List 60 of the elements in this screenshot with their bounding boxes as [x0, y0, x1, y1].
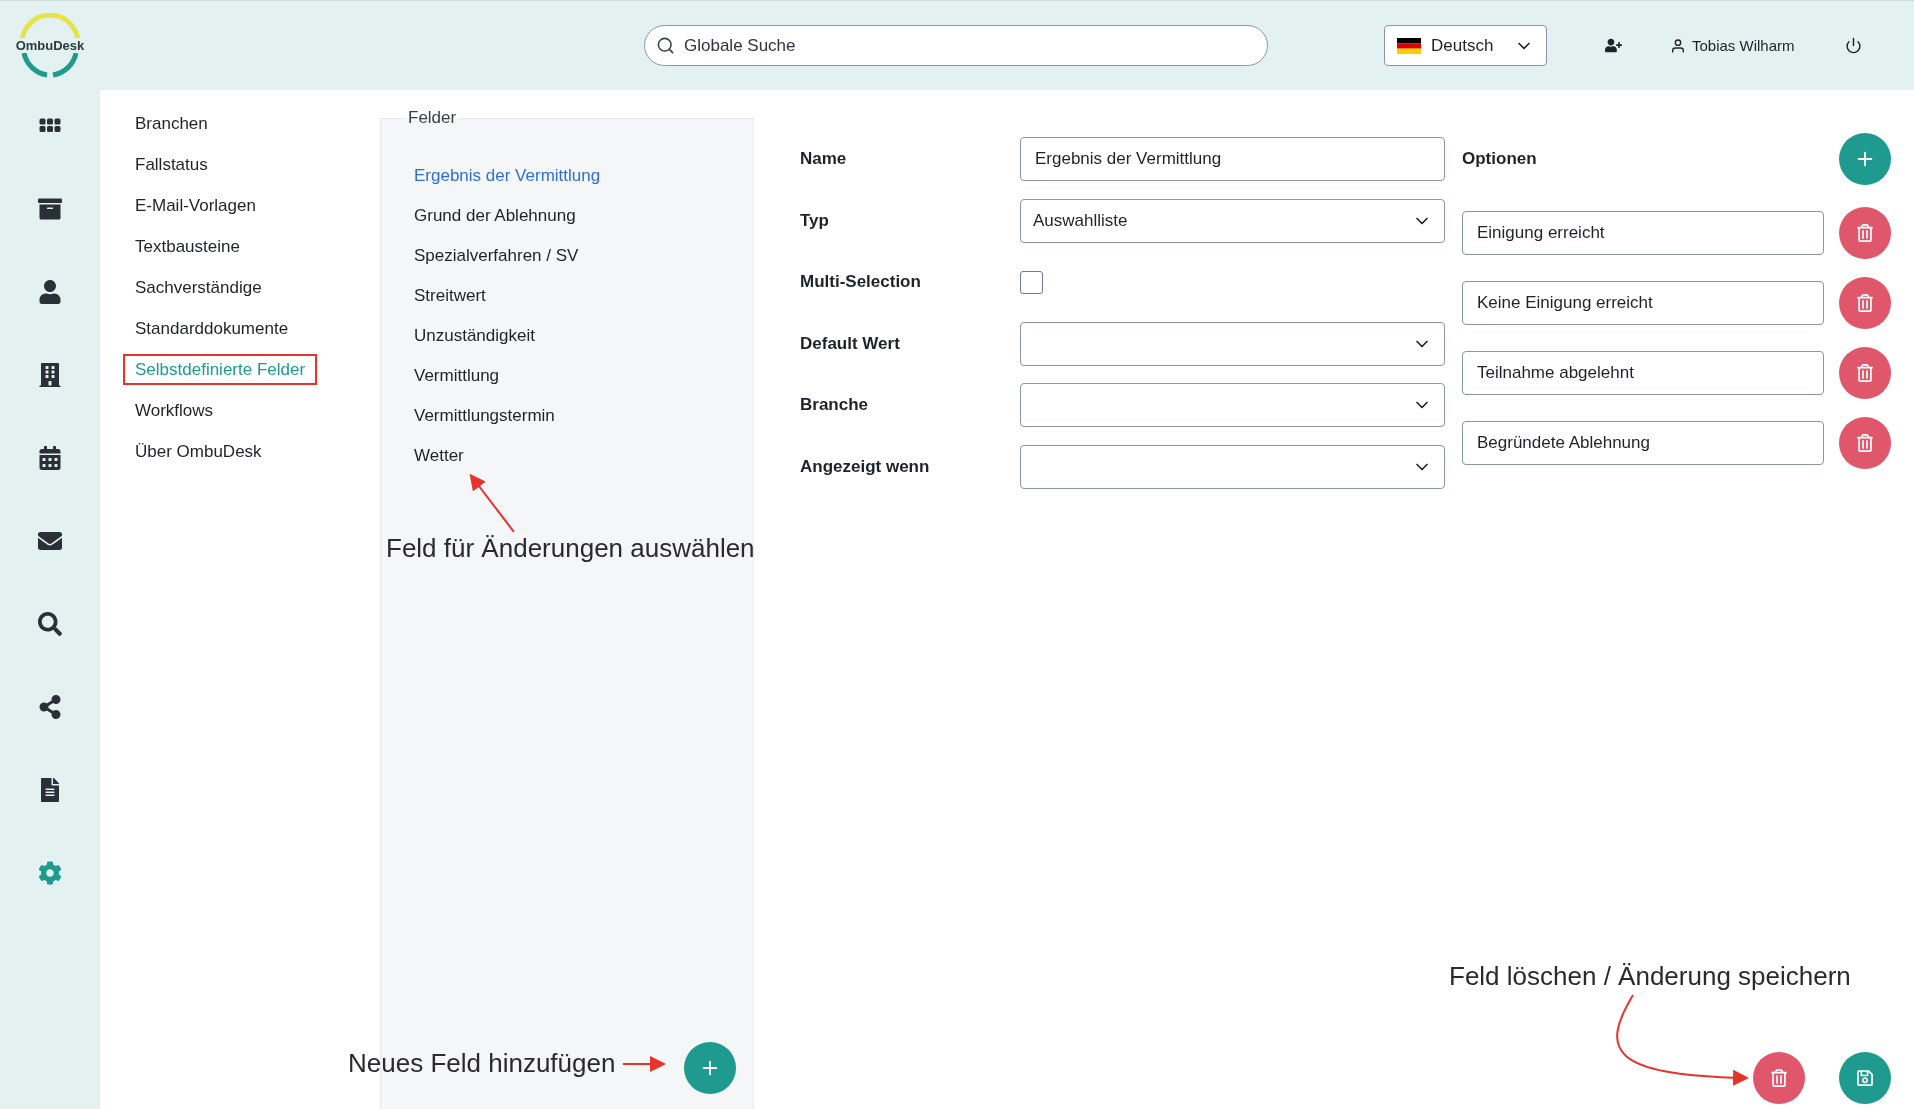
- annotation-text: Neues Feld hinzufügen: [348, 1048, 616, 1079]
- delete-option-button[interactable]: [1839, 207, 1891, 259]
- panel-title: Felder: [407, 108, 458, 128]
- settings-menu-item[interactable]: Branchen: [123, 108, 220, 139]
- option-field[interactable]: Teilnahme abgelehnt: [1462, 351, 1824, 395]
- select-field[interactable]: [1020, 444, 1445, 489]
- save-button[interactable]: [1839, 1052, 1891, 1104]
- option-field[interactable]: Keine Einigung erreicht: [1462, 281, 1824, 325]
- trash-icon: [1856, 434, 1874, 452]
- search-field[interactable]: Globale Suche: [644, 25, 1268, 66]
- language-select[interactable]: Deutsch: [1384, 25, 1547, 66]
- field-list-item[interactable]: Unzuständigkeit: [414, 325, 729, 346]
- select-field[interactable]: [1020, 321, 1445, 366]
- search-icon: [656, 36, 675, 55]
- add-option-button[interactable]: [1839, 133, 1891, 185]
- option-field[interactable]: Begründete Ablehnung: [1462, 421, 1824, 465]
- option-field[interactable]: Einigung erreicht: [1462, 211, 1824, 255]
- field-list-item[interactable]: Vermittlung: [414, 365, 729, 386]
- flag-icon: [1397, 37, 1421, 54]
- field-list-item[interactable]: Vermittlungstermin: [414, 405, 729, 426]
- settings-menu-item[interactable]: Standarddokumente: [123, 313, 301, 344]
- settings-menu-item[interactable]: Sachverständige: [123, 272, 274, 303]
- logo: OmbuDesk: [4, 12, 96, 79]
- form-label: Multi-Selection: [800, 272, 922, 292]
- form-label: Typ: [800, 210, 830, 231]
- trash-icon: [1856, 364, 1874, 382]
- settings-menu-item[interactable]: Fallstatus: [123, 149, 220, 180]
- settings-menu-item[interactable]: E-Mail-Vorlagen: [123, 190, 268, 221]
- options-title: Optionen: [1462, 149, 1537, 169]
- field-list-item[interactable]: Wetter: [414, 445, 729, 466]
- select-field[interactable]: [1020, 383, 1445, 427]
- annotation-text: Feld für Änderungen auswählen: [386, 533, 755, 564]
- field-list-item[interactable]: Ergebnis der Vermittlung: [414, 165, 729, 186]
- trash-icon: [1856, 224, 1874, 242]
- trash-icon: [1770, 1069, 1788, 1087]
- delete-option-button[interactable]: [1839, 417, 1891, 469]
- form-label: Angezeigt wenn: [800, 456, 931, 477]
- settings-menu-item[interactable]: Textbausteine: [123, 231, 252, 262]
- form-label: Name: [800, 149, 848, 169]
- select-field[interactable]: Auswahlliste: [1020, 198, 1445, 243]
- annotation-arrow: [622, 1056, 666, 1072]
- settings-menu-item[interactable]: Über OmbuDesk: [123, 436, 274, 467]
- delete-option-button[interactable]: [1839, 277, 1891, 329]
- checkbox[interactable]: [1020, 270, 1043, 294]
- settings-menu-item[interactable]: Workflows: [123, 395, 226, 426]
- user-menu[interactable]: Tobias Wilharm: [1666, 33, 1799, 58]
- delete-field-button[interactable]: [1753, 1052, 1805, 1104]
- annotation-arrow: [469, 473, 515, 533]
- form-label: Default Wert: [800, 333, 901, 354]
- field-list-item[interactable]: Grund der Ablehnung: [414, 205, 729, 226]
- text-field[interactable]: Ergebnis der Vermittlung: [1020, 137, 1445, 181]
- person-icon: [1670, 37, 1686, 54]
- field-list-item[interactable]: Spezialverfahren / SV: [414, 245, 729, 266]
- delete-option-button[interactable]: [1839, 347, 1891, 399]
- field-list-item[interactable]: Streitwert: [414, 285, 729, 306]
- form-label: Branche: [800, 395, 870, 415]
- save-icon: [1856, 1069, 1874, 1087]
- trash-icon: [1856, 294, 1874, 312]
- annotation-text: Feld löschen / Änderung speichern: [1449, 961, 1851, 992]
- add-field-button[interactable]: [684, 1042, 736, 1094]
